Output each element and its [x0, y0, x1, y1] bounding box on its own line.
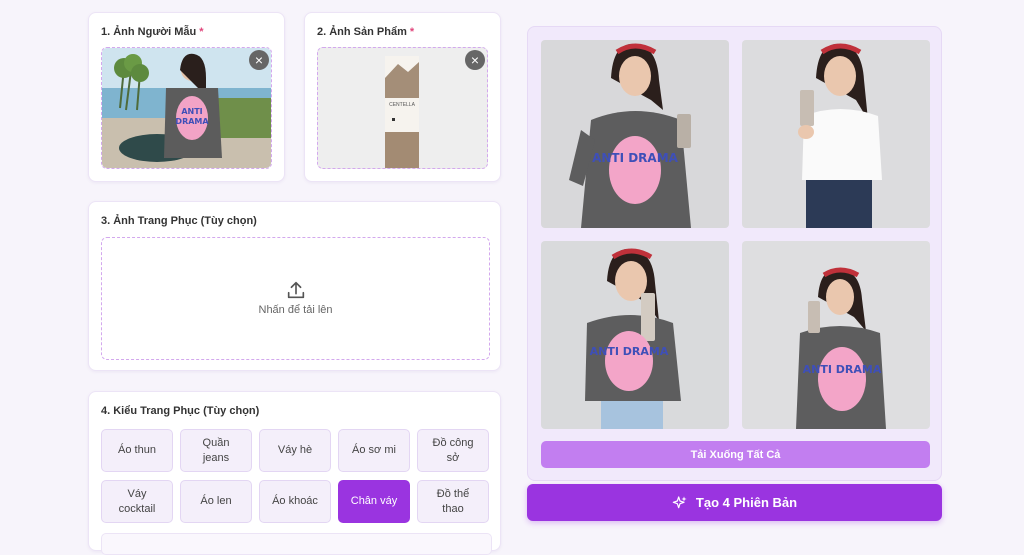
result-3-shirt-text: ANTI DRAMA [590, 345, 669, 358]
sparkles-icon [672, 495, 687, 508]
style-option-ao-thun[interactable]: Áo thun [101, 429, 173, 472]
model-photo-preview[interactable]: ANTI DRAMA [101, 47, 272, 169]
results-panel: ANTI DRAMA ANTI DRAMA ANTI DRAMA Tải Xuố… [527, 26, 942, 481]
product-photo-image [318, 48, 487, 168]
result-image-1-graphic: ANTI DRAMA [541, 40, 729, 228]
svg-text:DRAMA: DRAMA [175, 117, 209, 126]
product-label-text: CENTELLA [389, 102, 415, 108]
result-image-2[interactable] [742, 40, 930, 228]
result-1-shirt-text: ANTI DRAMA [592, 151, 679, 165]
style-option-vay-cocktail[interactable]: Váy cocktail [101, 480, 173, 523]
style-option-ao-so-mi[interactable]: Áo sơ mi [338, 429, 410, 472]
style-option-vay-he[interactable]: Váy hè [259, 429, 331, 472]
style-option-ao-len[interactable]: Áo len [180, 480, 252, 523]
result-image-1[interactable]: ANTI DRAMA [541, 40, 729, 228]
model-photo-card: 1. Ảnh Người Mẫu * ANTI DRAMA × [88, 12, 285, 182]
outfit-upload-dropzone[interactable]: Nhấn để tải lên [101, 237, 490, 360]
close-icon: × [254, 52, 264, 68]
model-photo-image: ANTI DRAMA [102, 48, 271, 168]
style-option-quan-jeans[interactable]: Quần jeans [180, 429, 252, 472]
model-photo-title: 1. Ảnh Người Mẫu * [101, 26, 204, 38]
remove-product-photo-button[interactable]: × [465, 50, 485, 70]
result-4-shirt-text: ANTI DRAMA [803, 363, 882, 376]
style-option-chan-vay[interactable]: Chân váy [338, 480, 410, 523]
product-photo-title: 2. Ảnh Sản Phẩm * [317, 26, 415, 38]
product-photo-card: 2. Ảnh Sản Phẩm * CENTELLA × [304, 12, 501, 182]
result-image-2-graphic [742, 40, 930, 228]
next-section-stub [101, 533, 492, 555]
outfit-photo-title: 3. Ảnh Trang Phục (Tùy chọn) [101, 215, 257, 227]
outfit-style-title: 4. Kiểu Trang Phục (Tùy chọn) [101, 405, 260, 417]
result-image-3-graphic: ANTI DRAMA [541, 241, 729, 429]
upload-hint-text: Nhấn để tải lên [258, 304, 333, 316]
result-image-4[interactable]: ANTI DRAMA [742, 241, 930, 429]
style-option-do-the-thao[interactable]: Đồ thể thao [417, 480, 489, 523]
style-option-do-cong-so[interactable]: Đồ công sở [417, 429, 489, 472]
product-photo-preview[interactable]: CENTELLA [317, 47, 488, 169]
remove-model-photo-button[interactable]: × [249, 50, 269, 70]
outfit-photo-card: 3. Ảnh Trang Phục (Tùy chọn) Nhấn để tải… [88, 201, 501, 371]
close-icon: × [470, 52, 480, 68]
upload-icon [287, 281, 305, 299]
download-all-label: Tải Xuống Tất Cả [690, 448, 781, 461]
svg-text:ANTI: ANTI [181, 107, 202, 116]
generate-button[interactable]: Tạo 4 Phiên Bản [527, 484, 942, 521]
style-option-ao-khoac[interactable]: Áo khoác [259, 480, 331, 523]
download-all-button[interactable]: Tải Xuống Tất Cả [541, 441, 930, 468]
result-image-4-graphic: ANTI DRAMA [742, 241, 930, 429]
generate-label: Tạo 4 Phiên Bản [695, 495, 798, 510]
outfit-style-card: 4. Kiểu Trang Phục (Tùy chọn) Áo thun Qu… [88, 391, 501, 555]
result-image-3[interactable]: ANTI DRAMA [541, 241, 729, 429]
